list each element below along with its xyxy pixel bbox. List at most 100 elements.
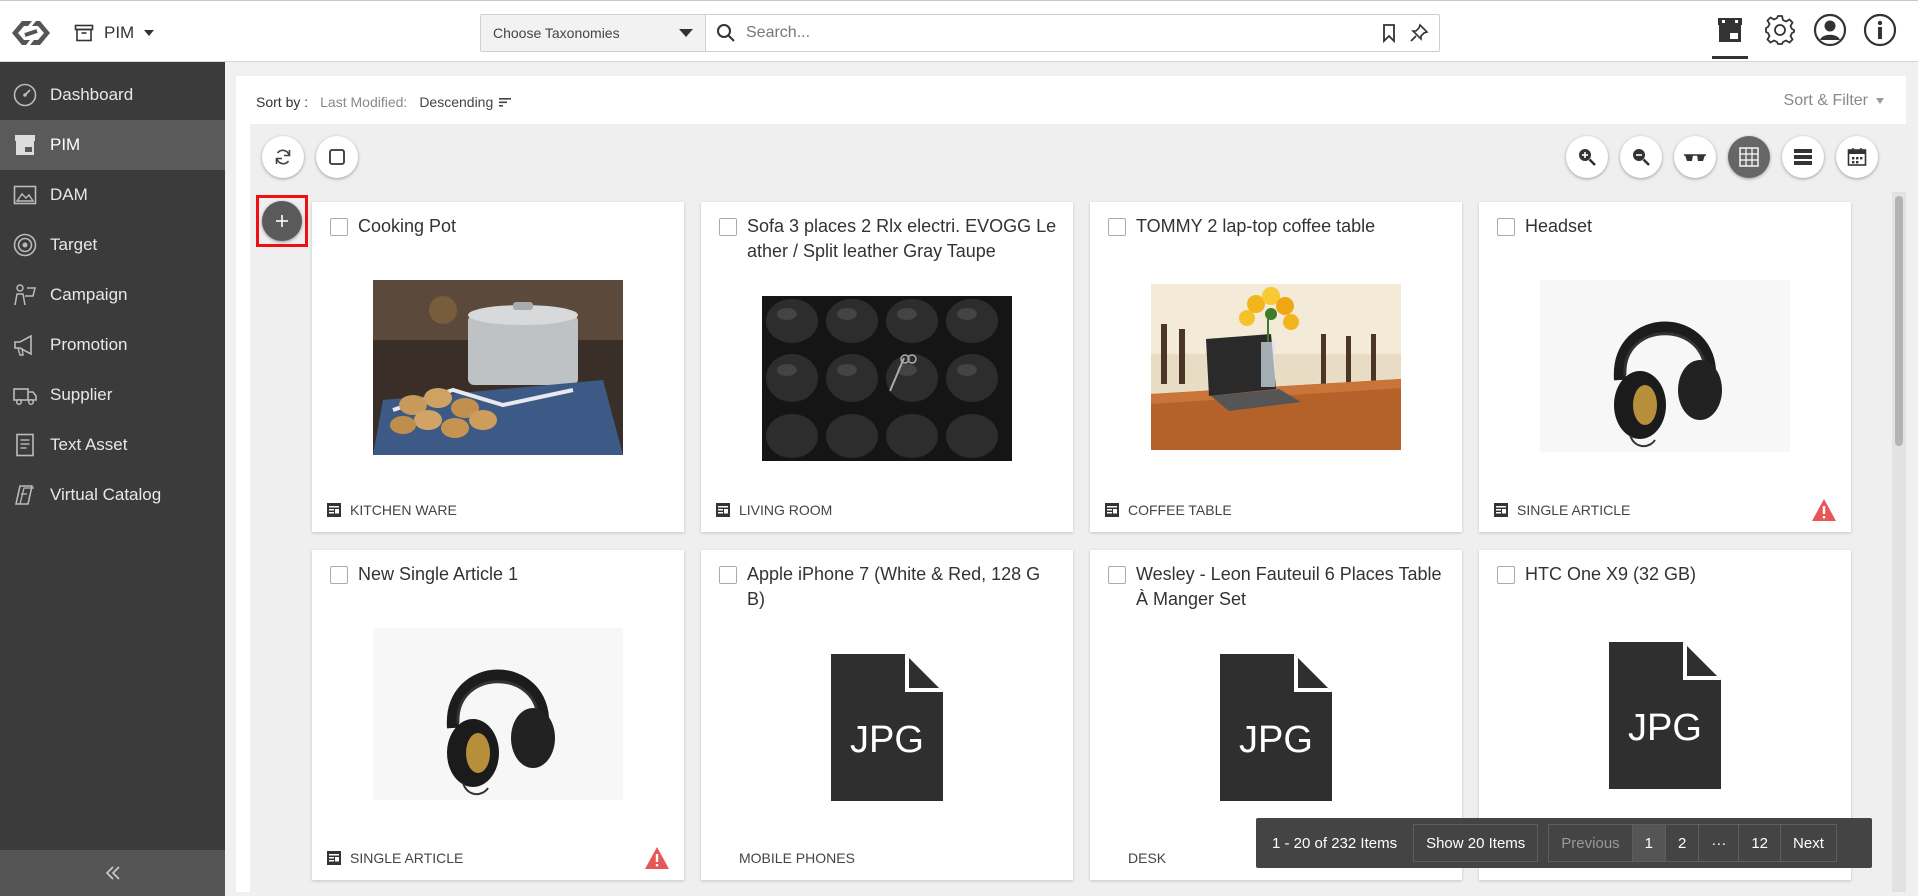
card-category-label: SINGLE ARTICLE <box>1517 502 1631 518</box>
page-button-1[interactable]: 1 <box>1632 825 1666 861</box>
card-title[interactable]: TOMMY 2 lap-top coffee table <box>1136 214 1446 239</box>
pagination-controls: Previous 1 2 ··· 12 Next <box>1548 824 1837 862</box>
product-card[interactable]: New Single Article 1 SINGLE ARTICLE <box>312 550 684 880</box>
sidebar-item-pim[interactable]: PIM <box>0 120 225 170</box>
chevron-down-icon <box>679 29 693 37</box>
card-title[interactable]: Headset <box>1525 214 1835 239</box>
sidebar-item-campaign[interactable]: Campaign <box>0 270 225 320</box>
card-checkbox[interactable] <box>719 218 737 236</box>
search-icon <box>717 24 735 42</box>
product-card[interactable]: Cooking Pot KITCHEN WARE <box>312 202 684 532</box>
module-dropdown[interactable]: PIM <box>74 20 155 46</box>
sidebar-item-text-asset[interactable]: Text Asset <box>0 420 225 470</box>
page-button-2[interactable]: 2 <box>1666 825 1700 861</box>
taxonomy-select[interactable]: Choose Taxonomies <box>481 15 706 51</box>
page-size-button[interactable]: Show 20 Items <box>1413 824 1539 862</box>
sidebar-item-dashboard[interactable]: Dashboard <box>0 70 225 120</box>
sort-filter-toggle[interactable]: Sort & Filter <box>1784 92 1884 110</box>
card-title[interactable]: HTC One X9 (32 GB) <box>1525 562 1835 587</box>
card-checkbox[interactable] <box>1108 218 1126 236</box>
sidebar-item-virtual-catalog[interactable]: Virtual Catalog <box>0 470 225 520</box>
card-title[interactable]: Cooking Pot <box>358 214 668 239</box>
warning-icon[interactable] <box>1811 498 1837 522</box>
sort-direction-toggle[interactable]: Descending <box>419 94 512 110</box>
scrollbar[interactable] <box>1892 192 1906 892</box>
sidebar-item-label: Text Asset <box>50 435 128 454</box>
card-checkbox[interactable] <box>330 218 348 236</box>
info-button[interactable] <box>1862 11 1898 49</box>
sort-field: Last Modified: <box>320 94 408 110</box>
page-ellipsis-button[interactable]: ··· <box>1699 825 1740 861</box>
jpg-file-icon: JPG <box>831 654 943 801</box>
sidebar-item-dam[interactable]: DAM <box>0 170 225 220</box>
product-type-icon <box>1105 503 1119 517</box>
add-item-button[interactable] <box>262 201 302 241</box>
card-category-label: SINGLE ARTICLE <box>350 850 464 866</box>
user-profile-button[interactable] <box>1812 11 1848 49</box>
card-title[interactable]: Sofa 3 places 2 Rlx electri. EVOGG Leath… <box>747 214 1057 264</box>
card-category: COFFEE TABLE <box>1104 502 1232 518</box>
grid-view-button[interactable] <box>1728 136 1770 178</box>
search-input[interactable] <box>746 24 1369 42</box>
card-checkbox[interactable] <box>1108 566 1126 584</box>
card-title[interactable]: Apple iPhone 7 (White & Red, 128 GB) <box>747 562 1057 612</box>
text-asset-icon <box>16 433 34 457</box>
card-checkbox[interactable] <box>719 566 737 584</box>
scrollbar-thumb[interactable] <box>1895 196 1903 446</box>
sidebar-item-supplier[interactable]: Supplier <box>0 370 225 420</box>
app-logo-icon[interactable] <box>8 13 54 53</box>
select-all-button[interactable] <box>316 136 358 178</box>
sidebar-item-target[interactable]: Target <box>0 220 225 270</box>
refresh-button[interactable] <box>262 136 304 178</box>
calendar-archive-button[interactable] <box>1712 11 1748 59</box>
product-card[interactable]: TOMMY 2 lap-top coffee table COFFEE TABL… <box>1090 202 1462 532</box>
main-panel: Sort by : Last Modified: Descending Sort… <box>236 76 1906 892</box>
product-card[interactable]: Sofa 3 places 2 Rlx electri. EVOGG Leath… <box>701 202 1073 532</box>
previous-page-button[interactable]: Previous <box>1549 825 1633 861</box>
product-type-icon <box>327 503 341 517</box>
top-right-icons <box>1712 11 1898 59</box>
calendar-view-button[interactable] <box>1836 136 1878 178</box>
warning-icon[interactable] <box>644 846 670 870</box>
zoom-out-button[interactable] <box>1620 136 1662 178</box>
card-checkbox[interactable] <box>330 566 348 584</box>
card-category-label: COFFEE TABLE <box>1128 502 1232 518</box>
jpg-file-icon: JPG <box>1220 654 1332 801</box>
leather-sofa-image <box>762 296 1012 461</box>
double-chevron-left-icon <box>105 866 120 880</box>
zoom-in-button[interactable] <box>1566 136 1608 178</box>
card-checkbox[interactable] <box>1497 566 1515 584</box>
next-page-button[interactable]: Next <box>1781 825 1836 861</box>
jpg-file-label: JPG <box>1628 707 1702 749</box>
dashboard-icon <box>13 83 37 107</box>
sidebar-item-promotion[interactable]: Promotion <box>0 320 225 370</box>
product-card[interactable]: Apple iPhone 7 (White & Red, 128 GB) JPG… <box>701 550 1073 880</box>
info-icon <box>1863 13 1897 47</box>
top-bar: PIM Choose Taxonomies <box>0 0 1918 62</box>
settings-button[interactable] <box>1762 11 1798 49</box>
target-icon <box>13 233 37 257</box>
module-label: PIM <box>104 23 135 42</box>
card-title[interactable]: New Single Article 1 <box>358 562 668 587</box>
page-button-12[interactable]: 12 <box>1739 825 1782 861</box>
product-grid-area: Cooking Pot KITCHEN WARE Sofa 3 places 2… <box>250 124 1906 892</box>
list-view-button[interactable] <box>1782 136 1824 178</box>
calendar-box-icon <box>1718 18 1742 42</box>
pin-icon[interactable] <box>1409 23 1429 43</box>
sort-descending-icon <box>499 98 512 107</box>
sidebar: Dashboard PIM DAM Target Campaign Promot… <box>0 62 225 896</box>
sidebar-item-label: DAM <box>50 185 88 204</box>
card-checkbox[interactable] <box>1497 218 1515 236</box>
plus-icon <box>276 215 288 227</box>
zoom-in-icon <box>1579 149 1596 166</box>
sidebar-collapse-button[interactable] <box>0 850 225 896</box>
sidebar-item-label: Target <box>50 235 98 254</box>
product-type-icon <box>716 503 730 517</box>
page-size-label: Show 20 Items <box>1426 834 1526 852</box>
preview-button[interactable] <box>1674 136 1716 178</box>
bookmark-icon[interactable] <box>1379 23 1399 43</box>
card-title[interactable]: Wesley - Leon Fauteuil 6 Places Table À … <box>1136 562 1446 612</box>
virtual-catalog-icon <box>15 485 34 505</box>
product-card[interactable]: Headset SINGLE ARTICLE <box>1479 202 1851 532</box>
calendar-icon <box>1847 148 1867 166</box>
